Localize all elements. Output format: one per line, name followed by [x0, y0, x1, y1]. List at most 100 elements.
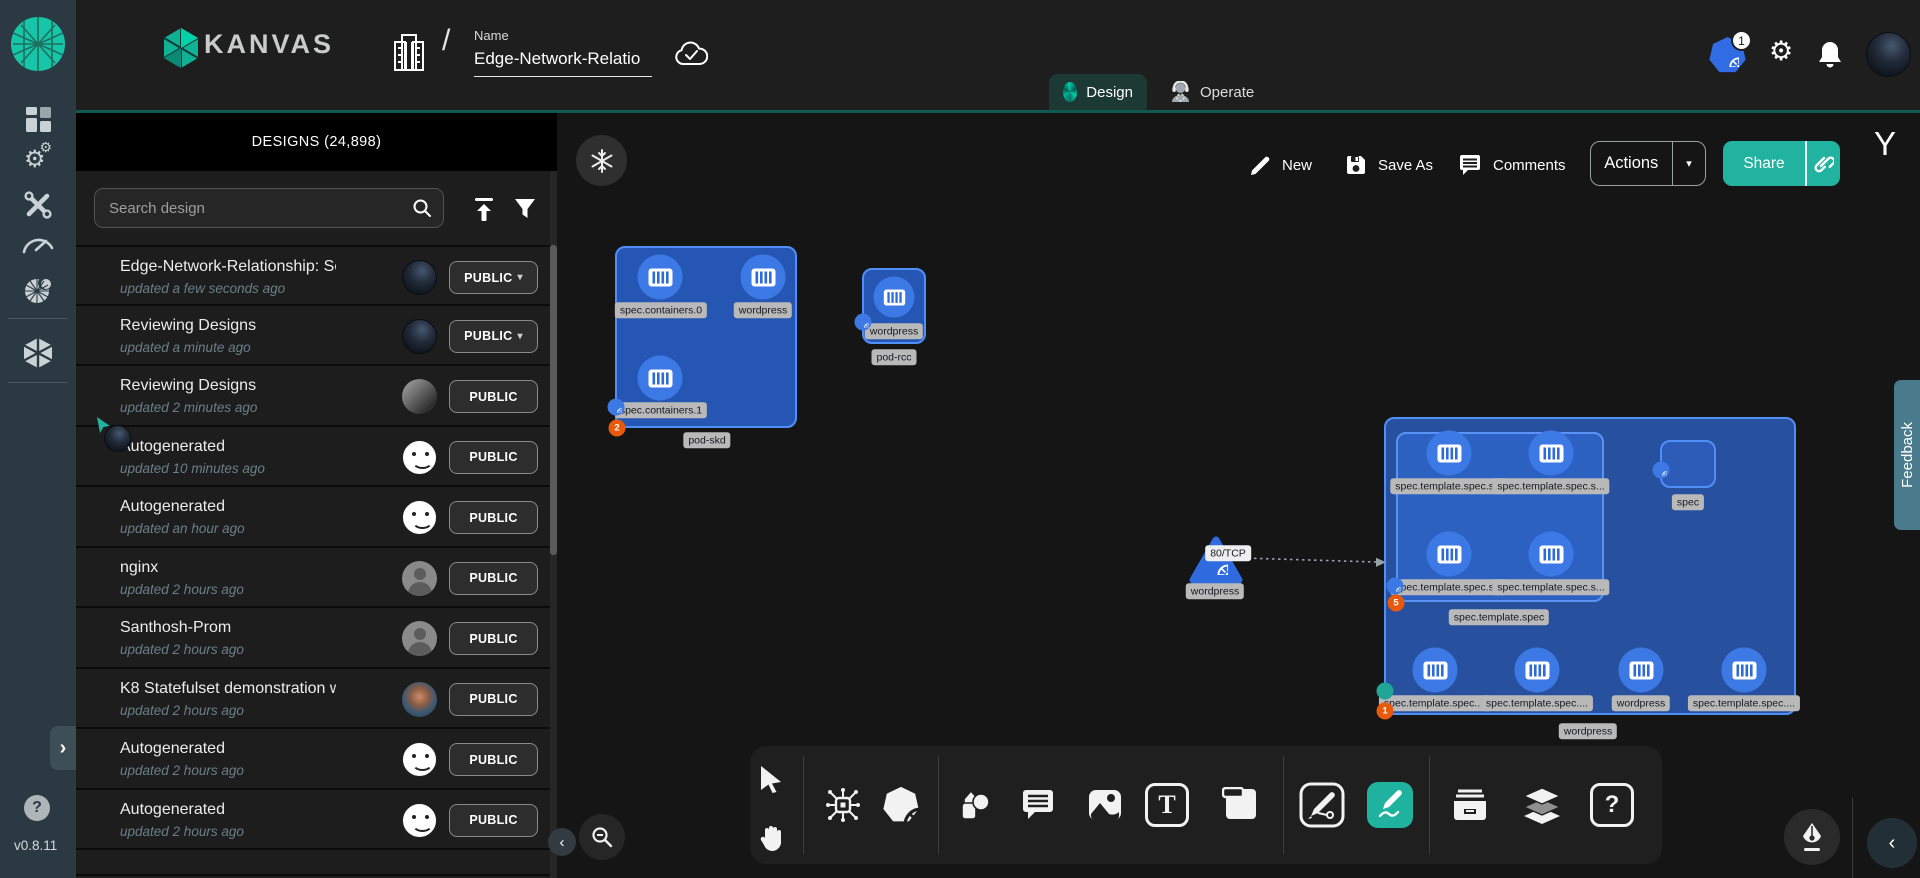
- meshery-badge-icon[interactable]: [1377, 683, 1394, 700]
- y-shape-icon[interactable]: Y: [1874, 125, 1896, 163]
- freehand-draw-tool-active[interactable]: [1367, 782, 1413, 828]
- comments-button[interactable]: Comments: [1458, 143, 1566, 187]
- pod-badge-icon[interactable]: [608, 399, 625, 416]
- panel-collapse-button[interactable]: ‹: [548, 828, 576, 856]
- share-split-button[interactable]: Share: [1723, 141, 1840, 186]
- visibility-badge[interactable]: PUBLIC: [449, 804, 538, 837]
- organization-icon[interactable]: [392, 32, 426, 72]
- sidebar-item-lifecycle[interactable]: ⚙ ⚙: [0, 148, 76, 172]
- visibility-badge[interactable]: PUBLIC: [449, 380, 538, 413]
- text-tool-glyph: T: [1145, 783, 1189, 827]
- actions-caret[interactable]: ▾: [1673, 142, 1705, 185]
- canvas-collapse-button[interactable]: ‹: [1867, 818, 1917, 868]
- container-node[interactable]: [1529, 532, 1574, 577]
- drawer-tool[interactable]: [1450, 787, 1490, 823]
- pan-hand-tool[interactable]: [758, 824, 786, 852]
- notifications-bell-icon[interactable]: [1817, 40, 1843, 70]
- container-node[interactable]: [1515, 648, 1560, 693]
- sidebar-item-kanvas-extension[interactable]: [0, 336, 76, 370]
- design-row[interactable]: Santhosh-Prom updated 2 hours ago PUBLIC: [76, 608, 550, 669]
- service-edge[interactable]: [1240, 549, 1390, 571]
- text-tool[interactable]: T: [1145, 783, 1189, 827]
- design-list: Edge-Network-Relationship: Service updat…: [76, 245, 550, 876]
- design-row[interactable]: Autogenerated updated 2 hours ago PUBLIC: [76, 729, 550, 790]
- panel-scrollbar[interactable]: [550, 171, 557, 878]
- container-node[interactable]: [1427, 532, 1472, 577]
- container-node[interactable]: [874, 277, 915, 318]
- visibility-badge[interactable]: PUBLIC ▾: [449, 261, 538, 294]
- comment-tool[interactable]: [1020, 788, 1056, 822]
- visibility-badge[interactable]: PUBLIC: [449, 501, 538, 534]
- container-node[interactable]: [1529, 431, 1574, 476]
- container-node[interactable]: [638, 356, 683, 401]
- pen-nib-button[interactable]: [1784, 809, 1840, 865]
- container-node[interactable]: [1413, 648, 1458, 693]
- visibility-badge[interactable]: PUBLIC: [449, 683, 538, 716]
- toolbar-help-tool[interactable]: ?: [1590, 783, 1634, 827]
- design-row[interactable]: K8 Statefulset demonstration with mo upd…: [76, 669, 550, 730]
- share-label[interactable]: Share: [1723, 141, 1805, 186]
- design-row[interactable]: Edge-Network-Relationship: Service updat…: [76, 245, 550, 306]
- design-row[interactable]: Autogenerated updated 10 minutes ago PUB…: [76, 427, 550, 488]
- tab-design[interactable]: Design: [1049, 74, 1147, 110]
- design-row[interactable]: Autogenerated updated an hour ago PUBLIC: [76, 487, 550, 548]
- rail-expand-button[interactable]: ›: [50, 726, 76, 770]
- save-as-button[interactable]: Save As: [1345, 143, 1433, 187]
- actions-split-button[interactable]: Actions ▾: [1590, 141, 1706, 186]
- spec-node[interactable]: [1660, 440, 1716, 488]
- design-name-field[interactable]: Name Edge-Network-Relatio: [474, 28, 654, 77]
- design-row[interactable]: nginx updated 2 hours ago PUBLIC: [76, 548, 550, 609]
- sidebar-item-configuration[interactable]: [0, 190, 76, 220]
- design-row[interactable]: Reviewing Designs updated 2 minutes ago …: [76, 366, 550, 427]
- user-avatar[interactable]: [1866, 32, 1911, 77]
- visibility-badge[interactable]: PUBLIC: [449, 622, 538, 655]
- select-cursor-tool[interactable]: [759, 765, 785, 793]
- annotation-count-badge[interactable]: 2: [609, 420, 626, 437]
- visibility-badge[interactable]: PUBLIC ▾: [449, 320, 538, 353]
- edge-pen-tool[interactable]: [1299, 782, 1345, 828]
- zoom-button[interactable]: [579, 814, 625, 860]
- kubernetes-tool[interactable]: [881, 785, 921, 825]
- image-tool[interactable]: [1087, 788, 1123, 822]
- filter-funnel-icon[interactable]: [513, 197, 537, 221]
- settings-gear-icon[interactable]: ⚙: [1769, 38, 1793, 65]
- design-name-value[interactable]: Edge-Network-Relatio: [474, 49, 652, 77]
- magnifier-icon: [591, 826, 613, 848]
- panel-scrollbar-thumb[interactable]: [550, 245, 557, 555]
- actions-label[interactable]: Actions: [1591, 142, 1672, 185]
- shapes-tool[interactable]: [954, 785, 992, 825]
- annotation-count-badge[interactable]: 5: [1388, 595, 1405, 612]
- search-design-input[interactable]: [94, 188, 444, 228]
- feedback-tab[interactable]: Feedback: [1894, 380, 1920, 530]
- import-design-icon[interactable]: [472, 197, 496, 223]
- snapshot-snowflake-button[interactable]: [576, 135, 627, 186]
- container-node[interactable]: [1722, 648, 1767, 693]
- sidebar-item-dashboard[interactable]: [0, 106, 76, 133]
- design-row[interactable]: Autogenerated updated 2 hours ago PUBLIC: [76, 790, 550, 851]
- pod-badge-icon[interactable]: [1653, 462, 1670, 479]
- sidebar-item-performance[interactable]: [0, 234, 76, 256]
- components-chip-tool[interactable]: [825, 787, 861, 823]
- sidebar-item-layer5-cloud[interactable]: [0, 274, 76, 306]
- kanvas-logo-icon[interactable]: [162, 27, 200, 69]
- new-design-button[interactable]: New: [1250, 143, 1312, 187]
- container-node[interactable]: [1427, 431, 1472, 476]
- copy-link-icon[interactable]: [1807, 141, 1841, 186]
- help-button[interactable]: ?: [24, 795, 50, 821]
- note-tool[interactable]: [1222, 787, 1260, 823]
- container-node[interactable]: [638, 255, 683, 300]
- layer5-logo[interactable]: [11, 17, 65, 71]
- layers-tool[interactable]: [1522, 786, 1562, 824]
- pod-badge-icon[interactable]: [1387, 578, 1404, 595]
- annotation-count-badge[interactable]: 1: [1377, 703, 1394, 720]
- container-node[interactable]: [1619, 648, 1664, 693]
- pod-badge-icon[interactable]: [855, 314, 872, 331]
- design-row[interactable]: Reviewing Designs updated a minute ago P…: [76, 306, 550, 367]
- design-updated: updated 2 hours ago: [120, 824, 244, 839]
- visibility-badge[interactable]: PUBLIC: [449, 743, 538, 776]
- visibility-badge[interactable]: PUBLIC: [449, 562, 538, 595]
- container-node[interactable]: [741, 255, 786, 300]
- owner-avatar: [402, 440, 437, 475]
- tab-operate[interactable]: Operate: [1156, 74, 1282, 110]
- visibility-badge[interactable]: PUBLIC: [449, 441, 538, 474]
